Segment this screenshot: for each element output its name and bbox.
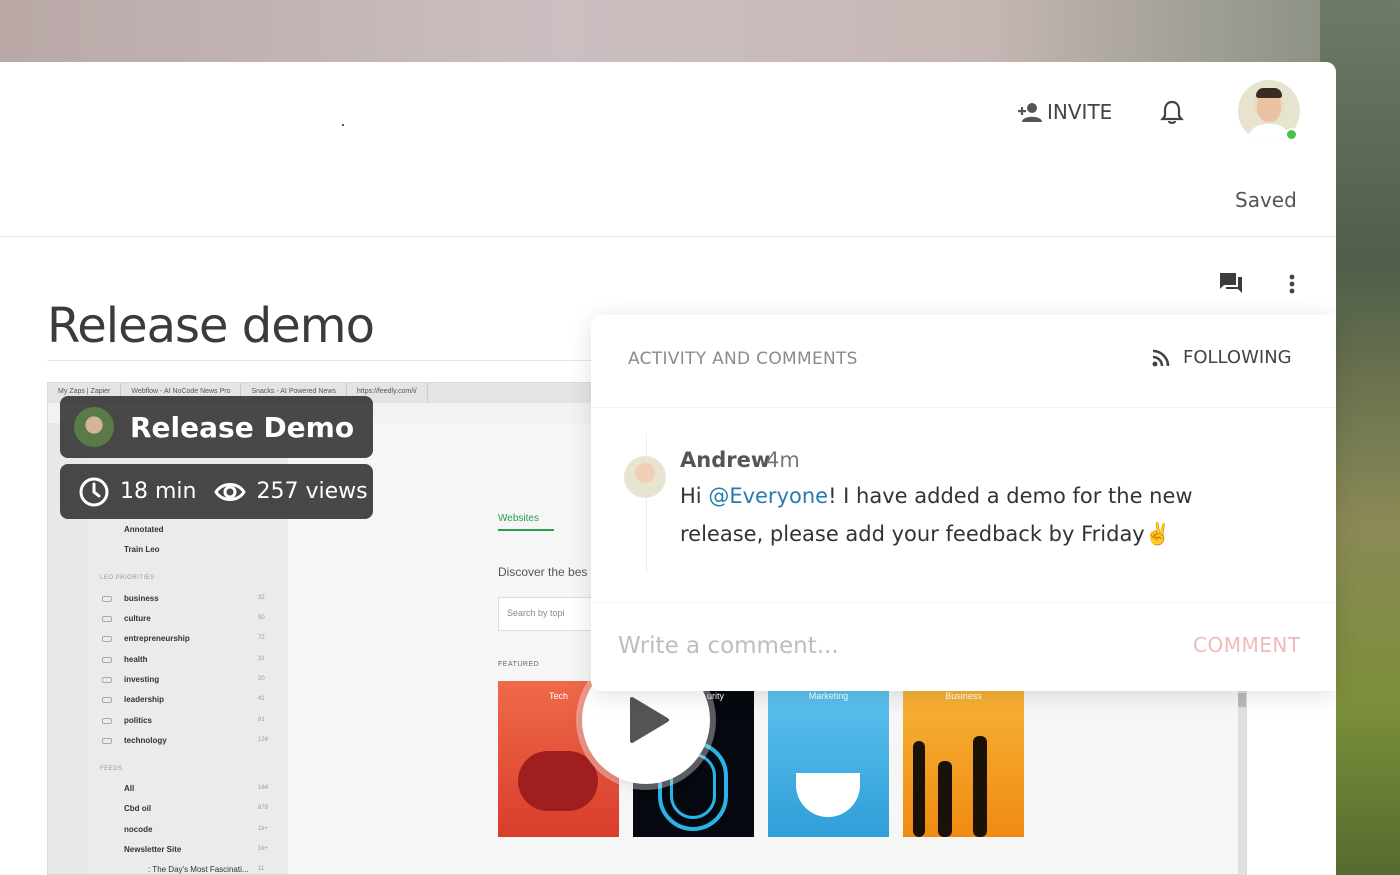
priority-item: business [124, 594, 159, 603]
comment-time: 4m [766, 448, 800, 472]
notifications-bell-icon[interactable] [1158, 98, 1186, 126]
panel-divider [591, 407, 1336, 408]
feed-count: 1k+ [258, 846, 268, 852]
mention-link[interactable]: @Everyone [708, 484, 828, 508]
comments-icon[interactable] [1218, 271, 1244, 295]
priority-count: 41 [258, 696, 265, 702]
comment-author: Andrew [680, 448, 771, 472]
more-options-icon[interactable] [1282, 272, 1302, 296]
feed-item: Cbd oil [124, 804, 152, 813]
sidebar-item-annotated: Annotated [124, 525, 164, 534]
priority-count: 72 [258, 635, 265, 641]
priority-count: 20 [258, 676, 265, 682]
play-icon [630, 697, 669, 743]
priority-item: entrepreneurship [124, 634, 190, 643]
add-person-icon [1018, 103, 1042, 122]
sidebar-item-train: Train Leo [124, 545, 160, 554]
online-status-dot [1285, 128, 1298, 141]
comment-author-avatar [624, 456, 666, 498]
priority-item: culture [124, 614, 151, 623]
video-stats-badge: 18 min 257 views [60, 464, 373, 519]
background-top [0, 0, 1400, 62]
clock-icon [79, 477, 109, 506]
priority-item: investing [124, 675, 160, 684]
featured-label: FEATURED [498, 661, 540, 668]
top-header: INVITE Saved [0, 62, 1336, 237]
priority-count: 81 [258, 717, 265, 723]
discover-text: Discover the bes [498, 565, 588, 579]
priority-count: 32 [258, 595, 265, 601]
save-status: Saved [1235, 188, 1297, 212]
feed-search-box: Search by topi [498, 597, 598, 631]
feed-count: 164 [258, 785, 269, 791]
following-label: FOLLOWING [1183, 347, 1292, 368]
tile-marketing: Marketing [768, 681, 889, 837]
video-scrollbar-thumb [1238, 693, 1246, 707]
priority-item: health [124, 655, 148, 664]
eye-icon [214, 482, 247, 501]
priority-count: 90 [258, 615, 265, 621]
feed-item: Newsletter Site [124, 845, 182, 854]
feed-item: nocode [124, 825, 153, 834]
feed-count: 1k+ [258, 826, 268, 832]
feeds-heading: FEEDS [100, 766, 123, 772]
title-divider [47, 360, 607, 361]
priority-count: 31 [258, 656, 265, 662]
comment-body: Hi @Everyone! I have added a demo for th… [680, 477, 1280, 553]
feed-count: 878 [258, 805, 269, 811]
invite-button[interactable]: INVITE [1017, 98, 1112, 126]
activity-heading: ACTIVITY AND COMMENTS [628, 349, 858, 369]
input-divider [591, 602, 1336, 603]
tab-underline [498, 529, 554, 531]
stray-dot [342, 124, 344, 126]
video-title-badge: Release Demo [60, 396, 373, 458]
video-views: 257 views [256, 479, 368, 504]
priorities-heading: LEO PRIORITIES [100, 575, 155, 581]
comment-prefix: Hi [680, 484, 709, 508]
websites-tab: Websites [498, 513, 539, 524]
priority-item: leadership [124, 695, 165, 704]
priority-item: technology [124, 736, 167, 745]
video-title: Release Demo [130, 410, 355, 444]
priority-item: politics [124, 716, 153, 725]
comment-submit-button[interactable]: COMMENT [1193, 633, 1301, 657]
presenter-avatar [74, 407, 114, 447]
invite-label: INVITE [1047, 100, 1113, 124]
feed-count: 11 [258, 866, 265, 872]
comment-input[interactable] [618, 627, 1158, 665]
priority-count: 124 [258, 737, 269, 743]
page-title: Release demo [47, 298, 375, 354]
thread-line [646, 433, 647, 573]
video-duration: 18 min [120, 479, 197, 504]
following-button[interactable]: FOLLOWING [1151, 347, 1292, 368]
activity-panel: ACTIVITY AND COMMENTS FOLLOWING Andrew 4… [591, 315, 1336, 691]
feed-item: All [124, 784, 135, 793]
rss-feed-icon [1152, 349, 1170, 366]
tile-business: Business [903, 681, 1024, 837]
feed-item: : The Day's Most Fascinati... [148, 865, 249, 874]
